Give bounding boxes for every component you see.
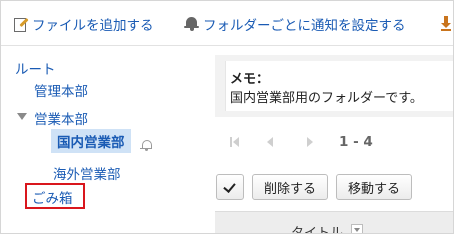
bell-icon <box>184 16 200 32</box>
next-page-icon[interactable] <box>305 134 317 150</box>
tree-item-root[interactable]: ルート <box>15 58 56 78</box>
triangle-down-icon[interactable] <box>17 113 27 120</box>
memo-title: メモ： <box>230 72 270 87</box>
page-frame: ファイルを追加する フォルダーごとに通知を設定する ルート 管理本部 営業本部 … <box>0 0 454 234</box>
add-file-link[interactable]: ファイルを追加する <box>13 15 154 34</box>
column-header-title[interactable]: タイトル <box>291 222 343 233</box>
first-page-icon[interactable] <box>229 134 241 150</box>
select-all-button[interactable] <box>216 174 244 200</box>
table-header: タイトル <box>215 211 453 233</box>
folder-notification-label: フォルダーごとに通知を設定する <box>203 18 406 34</box>
previous-page-icon[interactable] <box>265 134 277 150</box>
toolbar: ファイルを追加する フォルダーごとに通知を設定する <box>1 1 453 45</box>
delete-button[interactable]: 削除する <box>252 174 328 200</box>
page-range: 1 - 4 <box>339 134 373 150</box>
toolbar-divider <box>1 45 453 46</box>
tree-item-trash[interactable]: ごみ箱 <box>32 187 73 207</box>
memo-text: 国内営業部用のフォルダーです。 <box>230 91 423 106</box>
move-button[interactable]: 移動する <box>336 174 412 200</box>
tree-item-kanri-honbu[interactable]: 管理本部 <box>34 80 88 100</box>
bell-outline-icon <box>140 139 152 152</box>
tree-item-eigyo-honbu[interactable]: 営業本部 <box>34 108 88 128</box>
add-file-label: ファイルを追加する <box>32 18 154 34</box>
download-icon <box>441 16 453 32</box>
tree-item-kokunai-eigyobu[interactable]: 国内営業部 <box>51 129 131 153</box>
checkmark-icon <box>223 180 236 193</box>
folder-notification-link[interactable]: フォルダーごとに通知を設定する <box>184 15 406 34</box>
sort-dropdown-icon[interactable] <box>351 224 363 233</box>
download-link[interactable] <box>441 15 453 33</box>
tree-item-kaigai-eigyobu[interactable]: 海外営業部 <box>53 163 121 183</box>
tree-item-kokunai-label: 国内営業部 <box>57 135 125 151</box>
file-edit-icon <box>13 16 29 32</box>
